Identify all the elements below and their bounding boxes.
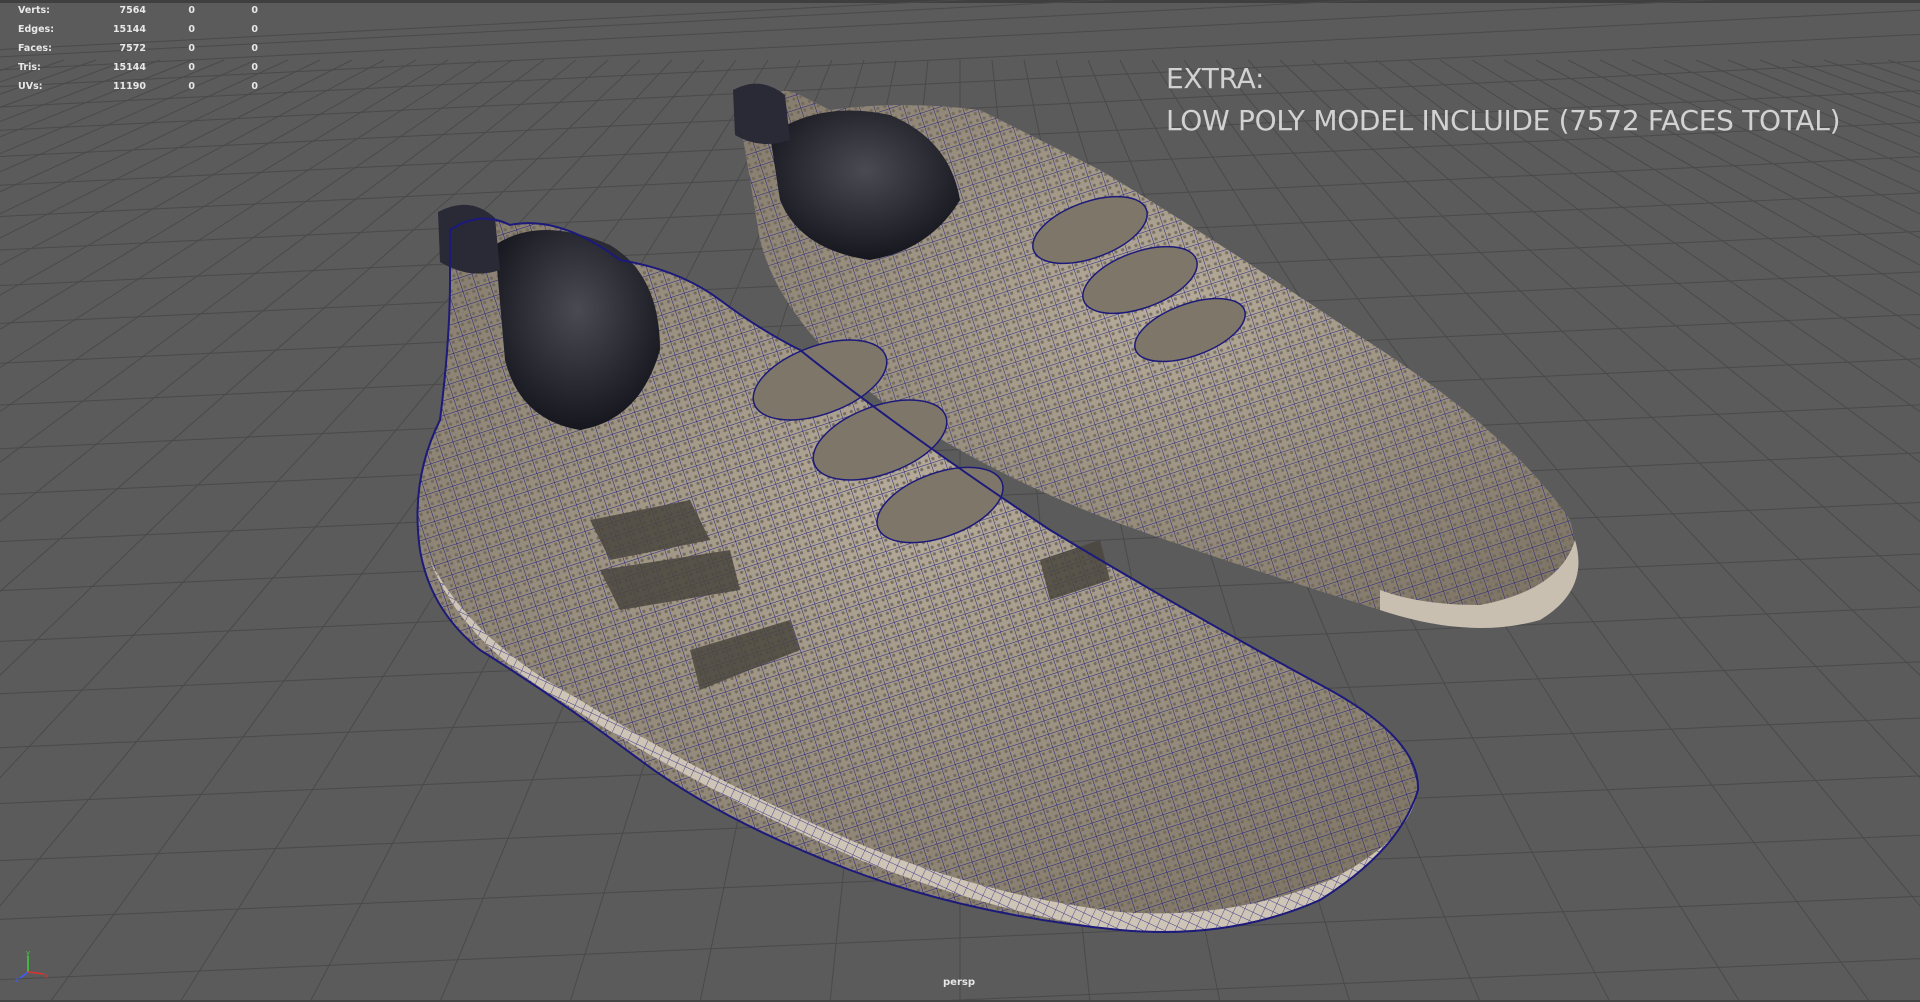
poly-count-hud: Verts: 7564 0 0 Edges: 15144 0 0 Faces: 7572 0 0 Tri… bbox=[18, 3, 258, 98]
3d-viewport[interactable]: Verts: 7564 0 0 Edges: 15144 0 0 Faces: 7572 0 0 Tri… bbox=[0, 0, 1920, 1002]
hud-v3: 0 bbox=[251, 62, 258, 73]
hud-label: Faces: bbox=[18, 43, 52, 54]
hud-row: Faces: 7572 0 0 bbox=[18, 41, 258, 60]
hud-label: Edges: bbox=[18, 24, 54, 35]
hud-label: Verts: bbox=[18, 5, 50, 16]
hud-v3: 0 bbox=[251, 43, 258, 54]
hud-v1: 15144 bbox=[112, 62, 146, 73]
hud-row: Edges: 15144 0 0 bbox=[18, 22, 258, 41]
hud-row: Tris: 15144 0 0 bbox=[18, 60, 258, 79]
svg-text:x: x bbox=[44, 972, 48, 980]
svg-text:y: y bbox=[26, 949, 30, 957]
hud-v2: 0 bbox=[188, 5, 195, 16]
annotation-text: EXTRA: LOW POLY MODEL INCLUIDE (7572 FAC… bbox=[1166, 58, 1841, 142]
shoe-model-wireframe[interactable] bbox=[0, 0, 1920, 1002]
hud-v2: 0 bbox=[188, 24, 195, 35]
hud-label: UVs: bbox=[18, 81, 43, 92]
hud-label: Tris: bbox=[18, 62, 41, 73]
annotation-line-1: EXTRA: bbox=[1166, 62, 1265, 95]
hud-v2: 0 bbox=[188, 81, 195, 92]
hud-v1: 7564 bbox=[119, 5, 146, 16]
hud-v2: 0 bbox=[188, 43, 195, 54]
hud-row: UVs: 11190 0 0 bbox=[18, 79, 258, 98]
hud-row: Verts: 7564 0 0 bbox=[18, 3, 258, 22]
hud-v3: 0 bbox=[251, 81, 258, 92]
axis-gizmo-icon: y x z bbox=[15, 949, 48, 984]
hud-v3: 0 bbox=[251, 24, 258, 35]
camera-name-label: persp bbox=[943, 977, 975, 988]
hud-v3: 0 bbox=[251, 5, 258, 16]
hud-v2: 0 bbox=[188, 62, 195, 73]
hud-v1: 15144 bbox=[112, 24, 146, 35]
svg-text:z: z bbox=[15, 976, 19, 984]
hud-v1: 11190 bbox=[112, 81, 146, 92]
annotation-line-2: LOW POLY MODEL INCLUIDE (7572 FACES TOTA… bbox=[1166, 104, 1841, 137]
hud-v1: 7572 bbox=[119, 43, 146, 54]
